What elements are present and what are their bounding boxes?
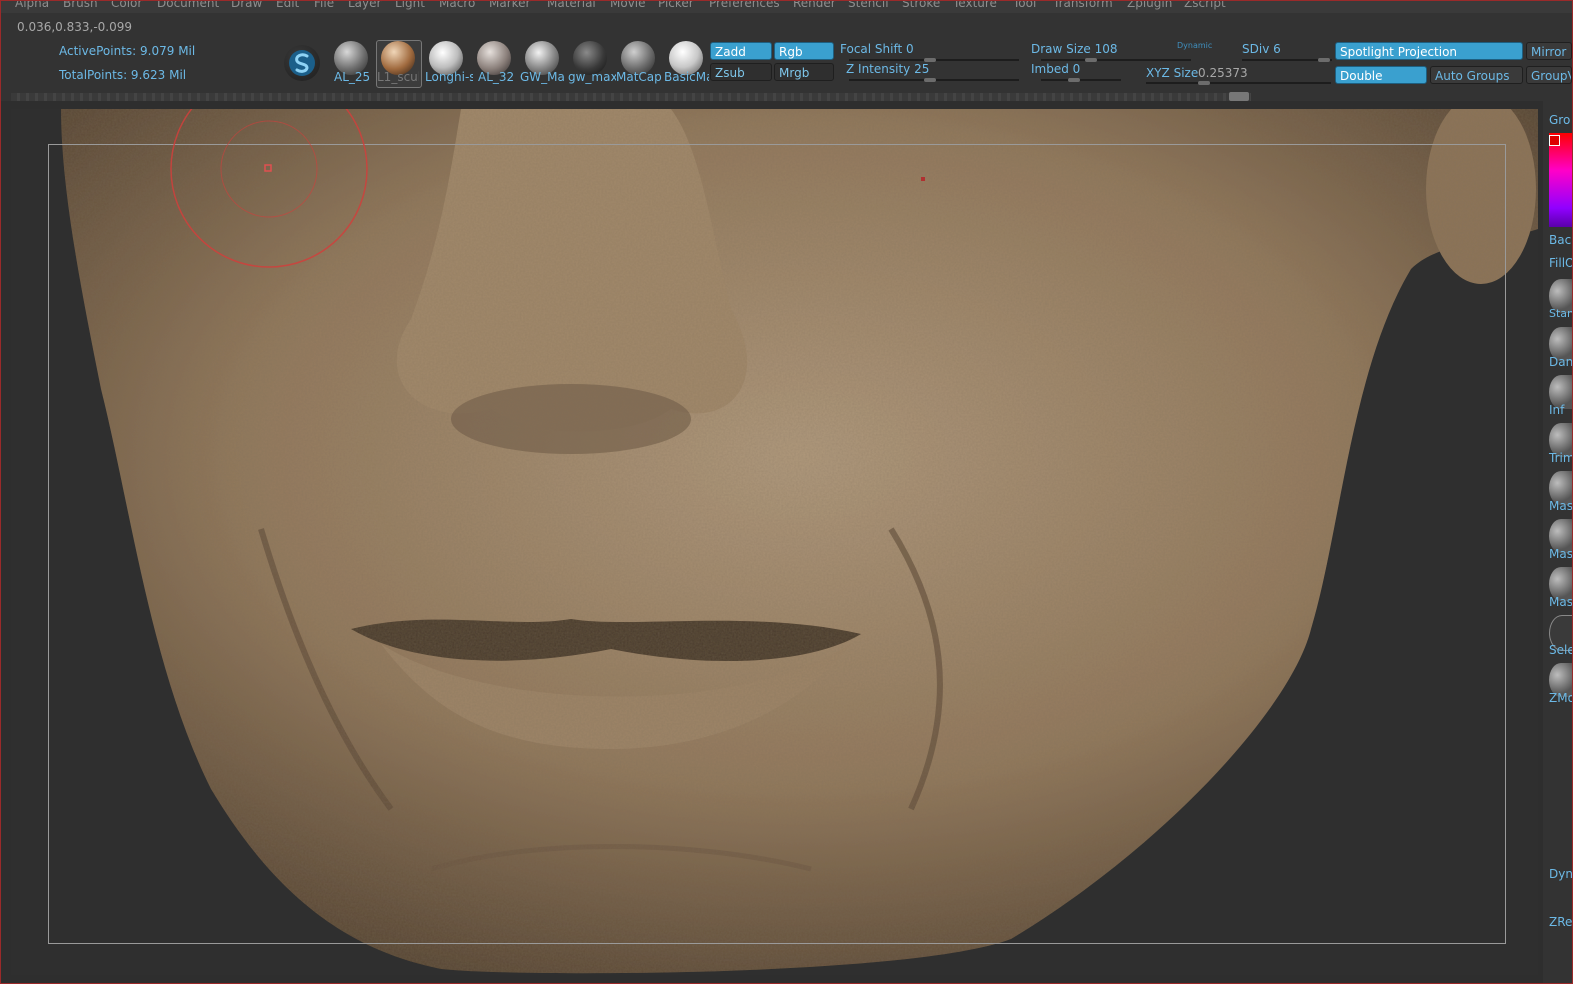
xyz-size-label: XYZ Size xyxy=(1146,66,1199,80)
material-label: BasicMa xyxy=(664,70,709,84)
rgb-button[interactable]: Rgb xyxy=(774,42,834,60)
imbed-slider[interactable] xyxy=(1041,78,1121,82)
tray-label: Mas xyxy=(1549,595,1572,609)
color-picker[interactable] xyxy=(1549,133,1572,227)
menu-brush[interactable]: Brush xyxy=(63,1,98,10)
zbrush-logo-icon xyxy=(289,50,315,76)
menu-transform[interactable]: Transform xyxy=(1053,1,1113,10)
zbrush-window: Alpha Brush Color Document Draw Edit Fil… xyxy=(0,0,1573,984)
menu-preferences[interactable]: Preferences xyxy=(709,1,780,10)
menu-document[interactable]: Document xyxy=(157,1,219,10)
menu-material[interactable]: Material xyxy=(547,1,596,10)
sdiv-slider-label[interactable]: SDiv 6 xyxy=(1242,42,1281,56)
xyz-size-value[interactable]: 0.25373 xyxy=(1198,66,1248,80)
brush-cursor-icon xyxy=(170,109,368,268)
menu-movie[interactable]: Movie xyxy=(610,1,646,10)
zsub-button[interactable]: Zsub xyxy=(710,63,772,81)
auto-groups-button[interactable]: Auto Groups xyxy=(1430,66,1523,84)
active-points: ActivePoints: 9.079 Mil xyxy=(59,44,196,58)
z-intensity-slider[interactable] xyxy=(849,78,1019,82)
tray-label: Mas xyxy=(1549,547,1572,561)
menu-alpha[interactable]: Alpha xyxy=(15,1,49,10)
dynamic-toggle[interactable]: Dynamic xyxy=(1177,41,1212,50)
canvas-viewport[interactable] xyxy=(11,109,1538,975)
material-label: L1_sculp xyxy=(377,70,419,84)
tray-label: Dan xyxy=(1549,355,1572,369)
tray-label: Sele xyxy=(1549,643,1572,657)
menu-marker[interactable]: Marker xyxy=(489,1,530,10)
tray-label[interactable]: Gro xyxy=(1549,113,1570,127)
draw-size-slider-label[interactable]: Draw Size 108 xyxy=(1031,42,1118,56)
imbed-slider-label[interactable]: Imbed 0 xyxy=(1031,62,1080,76)
tray-label[interactable]: Bac xyxy=(1549,233,1571,247)
double-button[interactable]: Double xyxy=(1335,66,1427,84)
mirror-cursor-dot xyxy=(921,177,925,181)
right-tray: Gro Bac FillO Stan Dan Inf Trim Mas Mas … xyxy=(1543,101,1572,983)
tray-label: Stan xyxy=(1549,307,1572,320)
mirror-button[interactable]: Mirror xyxy=(1526,42,1572,60)
material-label: MatCap xyxy=(616,70,662,84)
shelf-scrollbar[interactable] xyxy=(11,93,1251,101)
menu-macro[interactable]: Macro xyxy=(439,1,475,10)
menu-edit[interactable]: Edit xyxy=(276,1,299,10)
menu-bar: Alpha Brush Color Document Draw Edit Fil… xyxy=(1,1,1572,13)
draw-size-slider[interactable] xyxy=(1041,58,1191,62)
tray-label: ZMo xyxy=(1549,691,1572,705)
material-label: AL_25 xyxy=(334,70,371,84)
menu-color[interactable]: Color xyxy=(111,1,142,10)
xyz-size-slider[interactable] xyxy=(1146,81,1331,85)
groups-visible-button[interactable]: GroupV xyxy=(1526,66,1572,84)
material-label: AL_32 xyxy=(478,70,515,84)
tray-label[interactable]: Dyn xyxy=(1549,867,1572,881)
menu-zplugin[interactable]: Zplugin xyxy=(1127,1,1172,10)
sdiv-slider[interactable] xyxy=(1242,58,1332,62)
tray-label[interactable]: ZRe xyxy=(1549,915,1572,929)
material-label: GW_Ma xyxy=(520,70,565,84)
coordinate-readout: 0.036,0.833,-0.099 xyxy=(17,20,133,34)
tray-label: Mas xyxy=(1549,499,1572,513)
top-shelf: 0.036,0.833,-0.099 ActivePoints: 9.079 M… xyxy=(1,13,1572,101)
z-intensity-slider-label[interactable]: Z Intensity 25 xyxy=(846,62,929,76)
menu-tool[interactable]: Tool xyxy=(1013,1,1036,10)
material-label: gw_max xyxy=(568,70,616,84)
focal-shift-slider-label[interactable]: Focal Shift 0 xyxy=(840,42,914,56)
menu-file[interactable]: File xyxy=(314,1,334,10)
menu-light[interactable]: Light xyxy=(395,1,425,10)
menu-picker[interactable]: Picker xyxy=(658,1,694,10)
menu-layer[interactable]: Layer xyxy=(348,1,381,10)
material-label: Longhi-s xyxy=(425,70,473,84)
menu-draw[interactable]: Draw xyxy=(231,1,262,10)
zadd-button[interactable]: Zadd xyxy=(710,42,772,60)
menu-zscript[interactable]: Zscript xyxy=(1184,1,1226,10)
menu-stencil[interactable]: Stencil xyxy=(848,1,889,10)
tray-label[interactable]: FillO xyxy=(1549,256,1572,270)
color-swatch-icon[interactable] xyxy=(1549,135,1560,146)
lightbox-button[interactable] xyxy=(284,45,320,81)
spotlight-projection-button[interactable]: Spotlight Projection xyxy=(1335,42,1523,60)
focal-shift-slider[interactable] xyxy=(849,58,1019,62)
menu-render[interactable]: Render xyxy=(793,1,836,10)
mrgb-button[interactable]: Mrgb xyxy=(774,63,834,81)
tray-label: Inf xyxy=(1549,403,1565,417)
tray-label: Trim xyxy=(1549,451,1572,465)
menu-stroke[interactable]: Stroke xyxy=(902,1,940,10)
shelf-scrollbar-thumb[interactable] xyxy=(1229,92,1249,101)
total-points: TotalPoints: 9.623 Mil xyxy=(59,68,187,82)
menu-texture[interactable]: Texture xyxy=(953,1,997,10)
